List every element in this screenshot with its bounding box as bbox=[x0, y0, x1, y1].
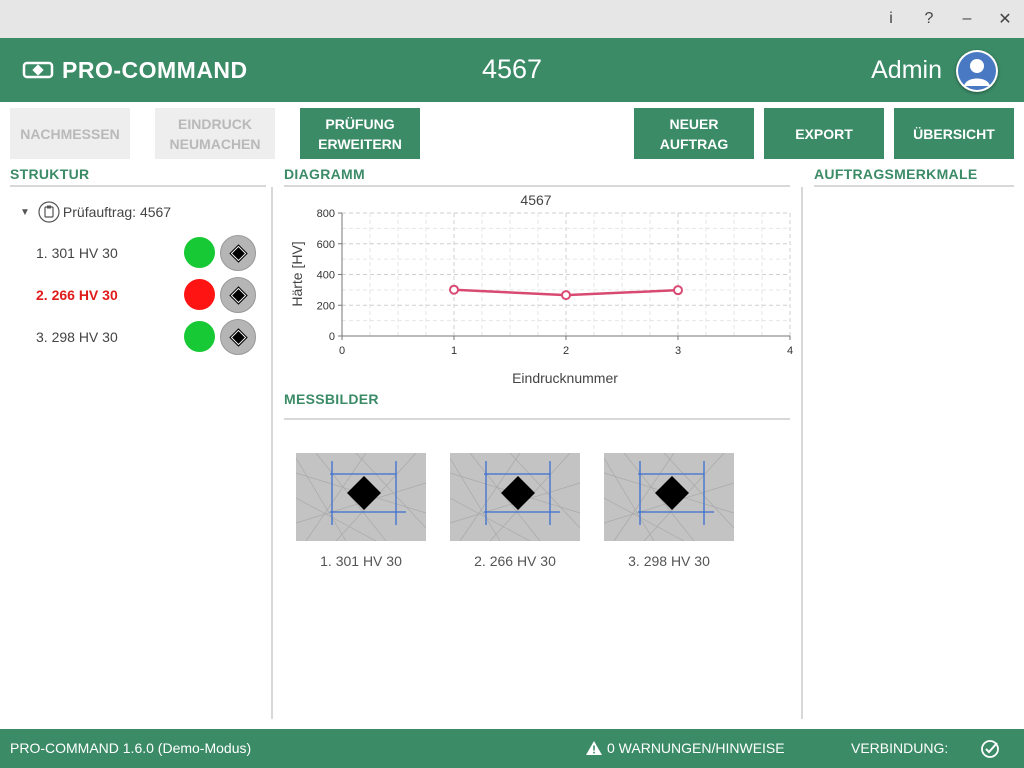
collapse-triangle-icon[interactable]: ▼ bbox=[20, 207, 30, 218]
tree-item-3[interactable]: 3. 298 HV 30 bbox=[36, 325, 118, 349]
user-avatar-icon bbox=[958, 52, 996, 90]
measurement-image-label: 1. 301 HV 30 bbox=[320, 553, 402, 569]
info-button[interactable]: i bbox=[880, 8, 902, 30]
user-avatar[interactable] bbox=[956, 50, 998, 92]
indent-view-button[interactable] bbox=[220, 319, 256, 355]
redo-indent-button[interactable]: EINDRUCK NEUMACHEN bbox=[155, 108, 275, 159]
diamond-icon bbox=[228, 243, 248, 263]
order-number-title: 4567 bbox=[481, 54, 543, 84]
chart-y-tick-label: 0 bbox=[329, 331, 335, 343]
app-header: PRO-COMMAND 4567 Admin bbox=[0, 38, 1024, 102]
new-order-button[interactable]: NEUER AUFTRAG bbox=[634, 108, 754, 159]
chart-y-tick-label: 800 bbox=[317, 208, 335, 220]
close-button[interactable]: ✕ bbox=[994, 8, 1016, 30]
remeasure-button[interactable]: NACHMESSEN bbox=[10, 108, 130, 159]
chart-series bbox=[449, 284, 683, 301]
diagram-heading: DIAGRAMM bbox=[284, 166, 365, 182]
title-bar: i ? – ✕ bbox=[0, 0, 1024, 38]
chart-x-tick-label: 4 bbox=[787, 345, 793, 357]
structure-divider bbox=[10, 185, 266, 187]
hardness-chart: 4567 0 200 400 600 800 0 1 2 3 4 Eindrucknummer H… bbox=[289, 192, 793, 386]
overview-button[interactable]: ÜBERSICHT bbox=[894, 108, 1014, 159]
status-bar: PRO-COMMAND 1.6.0 (Demo-Modus) 0 WARNUNG… bbox=[0, 729, 1024, 768]
connection-label: VERBINDUNG: bbox=[851, 740, 949, 756]
app-version: PRO-COMMAND 1.6.0 (Demo-Modus) bbox=[10, 740, 252, 756]
images-heading: MESSBILDER bbox=[284, 391, 379, 407]
minimize-button[interactable]: – bbox=[956, 8, 978, 30]
structure-heading: STRUKTUR bbox=[10, 166, 90, 182]
logo-text: PRO-COMMAND bbox=[62, 56, 248, 83]
diamond-icon bbox=[228, 327, 248, 347]
chart-grid bbox=[341, 212, 791, 337]
measurement-image[interactable] bbox=[450, 453, 580, 541]
logo-icon bbox=[22, 61, 54, 79]
order-features-heading: AUFTRAGSMERKMALE bbox=[814, 166, 978, 182]
user-name[interactable]: Admin bbox=[871, 56, 942, 85]
extend-test-button[interactable]: PRÜFUNG ERWEITERN bbox=[300, 108, 420, 159]
indent-view-button[interactable] bbox=[220, 235, 256, 271]
export-button[interactable]: EXPORT bbox=[764, 108, 884, 159]
diamond-icon bbox=[228, 285, 248, 305]
measurement-image-label: 3. 298 HV 30 bbox=[628, 553, 710, 569]
left-panel-separator bbox=[271, 187, 273, 719]
chart-y-tick-label: 600 bbox=[317, 239, 335, 251]
warning-icon bbox=[586, 741, 602, 755]
tree-item-1[interactable]: 1. 301 HV 30 bbox=[36, 241, 118, 265]
chart-y-tick-label: 200 bbox=[317, 300, 335, 312]
measurement-image[interactable] bbox=[604, 453, 734, 541]
status-ok-indicator bbox=[184, 321, 215, 352]
diagram-divider bbox=[284, 185, 790, 187]
measurement-image-label: 2. 266 HV 30 bbox=[474, 553, 556, 569]
chart-x-axis-label: Eindrucknummer bbox=[512, 370, 618, 386]
chart-x-tick-label: 2 bbox=[563, 345, 569, 357]
tree-item-2[interactable]: 2. 266 HV 30 bbox=[36, 283, 118, 307]
chart-x-tick-label: 0 bbox=[339, 345, 345, 357]
chart-title: 4567 bbox=[520, 192, 551, 208]
help-button[interactable]: ? bbox=[918, 8, 940, 30]
chart-data-point bbox=[449, 284, 459, 295]
clipboard-icon bbox=[38, 201, 60, 223]
chart-x-tick-label: 3 bbox=[675, 345, 681, 357]
warnings-indicator[interactable]: 0 WARNUNGEN/HINWEISE bbox=[585, 740, 785, 756]
connection-ok-icon bbox=[981, 740, 999, 758]
indentation-image bbox=[604, 453, 734, 541]
chart-y-axis-label: Härte [HV] bbox=[289, 241, 305, 306]
chart-axes: 0 200 400 600 800 0 1 2 3 4 bbox=[317, 208, 793, 357]
chart-x-tick-label: 1 bbox=[451, 345, 457, 357]
warnings-text: 0 WARNUNGEN/HINWEISE bbox=[607, 740, 785, 756]
right-panel-separator bbox=[801, 187, 803, 719]
chart-y-tick-label: 400 bbox=[317, 270, 335, 282]
status-ok-indicator bbox=[184, 237, 215, 268]
tree-root-label: Prüfauftrag: 4567 bbox=[62, 204, 172, 220]
images-divider bbox=[284, 418, 790, 420]
chart-data-point bbox=[561, 290, 571, 301]
chart-data-point bbox=[673, 285, 683, 296]
app-logo: PRO-COMMAND bbox=[22, 55, 248, 85]
order-features-divider bbox=[814, 185, 1014, 187]
tree-root[interactable]: ▼ Prüfauftrag: 4567 bbox=[20, 199, 171, 225]
indentation-image bbox=[450, 453, 580, 541]
measurement-image[interactable] bbox=[296, 453, 426, 541]
indent-view-button[interactable] bbox=[220, 277, 256, 313]
indentation-image bbox=[296, 453, 426, 541]
status-fail-indicator bbox=[184, 279, 215, 310]
